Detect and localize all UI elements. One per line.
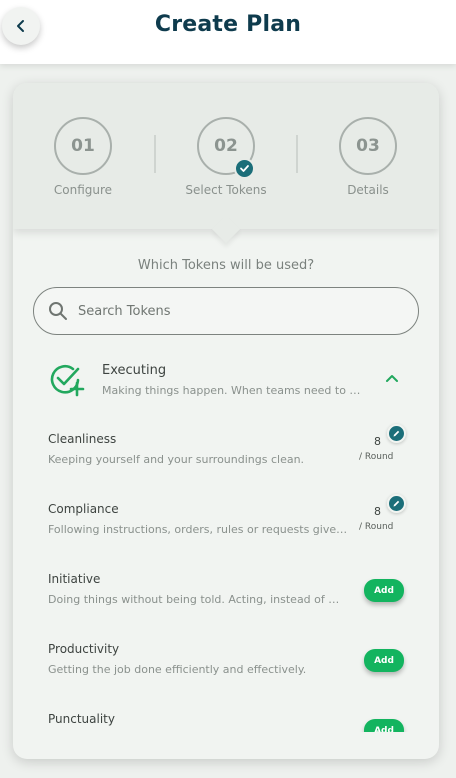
token-row-compliance: Compliance Following instructions, order… [13,486,439,556]
top-bar: Create Plan [0,0,456,64]
group-description: Making things happen. When teams need to… [102,384,362,397]
chevron-up-icon[interactable] [385,373,399,383]
add-token-button[interactable]: Add [364,719,404,732]
token-name: Cleanliness [48,432,117,446]
token-unit: / Round [359,522,394,532]
token-description: Keeping yourself and your surroundings c… [48,453,305,466]
search-input[interactable] [78,303,378,319]
tokens-question: Which Tokens will be used? [137,258,315,273]
step-divider [154,135,156,173]
check-plus-icon [50,364,85,397]
page-title: Create Plan [154,12,302,37]
token-row-initiative: Initiative Doing things without being to… [13,556,439,626]
step-number: 03 [356,136,380,156]
step-number: 02 [214,136,238,156]
token-amount: 8 [374,505,381,518]
step-label: Select Tokens [185,183,267,197]
token-row-cleanliness: Cleanliness Keeping yourself and your su… [13,416,439,486]
add-token-button[interactable]: Add [364,579,404,602]
pencil-icon [393,430,400,437]
group-title: Executing [102,363,167,378]
step-number-circle: 02 [197,117,255,179]
pencil-icon [393,500,400,507]
search-icon [49,302,67,320]
step-label: Configure [53,183,113,197]
token-row-productivity: Productivity Getting the job done effici… [13,626,439,696]
step-divider [296,135,298,173]
check-icon [234,158,255,179]
step-select-tokens[interactable]: 02 Select Tokens [166,117,286,197]
token-description: Following instructions, orders, rules or… [48,523,348,536]
token-group-header[interactable]: Executing Making things happen. When tea… [13,353,439,411]
token-description: Doing things without being told. Acting,… [48,593,348,606]
step-number-circle: 03 [339,117,397,175]
token-description: Getting the job done efficiently and eff… [48,663,307,676]
token-name: Initiative [48,572,101,586]
stepper: 01 Configure 02 Select Tokens 03 Details [13,83,439,229]
token-row-punctuality: Punctuality Add [13,696,439,732]
search-bar[interactable] [33,287,419,335]
token-list[interactable]: Cleanliness Keeping yourself and your su… [13,416,439,732]
step-number: 01 [71,136,95,156]
step-details[interactable]: 03 Details [308,117,428,197]
step-configure[interactable]: 01 Configure [23,117,143,197]
plan-card: 01 Configure 02 Select Tokens 03 Details… [13,83,439,759]
token-name: Productivity [48,642,120,656]
edit-button[interactable] [387,494,406,513]
step-label: Details [347,183,389,197]
edit-button[interactable] [387,424,406,443]
token-unit: / Round [359,452,394,462]
add-token-button[interactable]: Add [364,649,404,672]
token-name: Compliance [48,502,119,516]
token-amount: 8 [374,435,381,448]
step-number-circle: 01 [54,117,112,175]
token-name: Punctuality [48,712,115,726]
